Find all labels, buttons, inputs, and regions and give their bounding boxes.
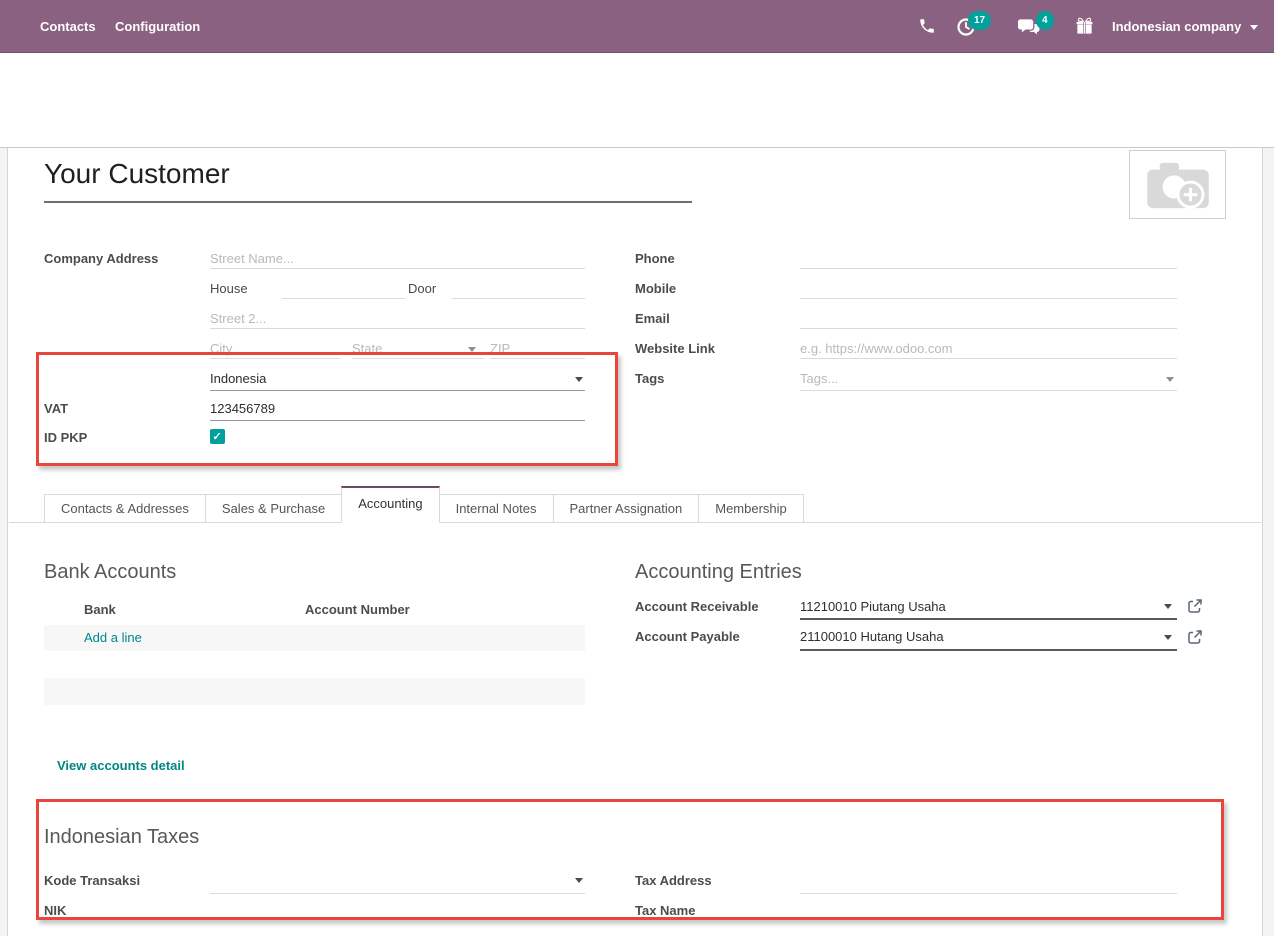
house-label: House bbox=[210, 281, 248, 296]
street-input-underline bbox=[210, 268, 585, 269]
id-pkp-checkbox[interactable] bbox=[210, 429, 225, 444]
payable-underline bbox=[800, 649, 1177, 651]
email-label: Email bbox=[635, 311, 670, 326]
tax-address-label: Tax Address bbox=[635, 873, 712, 888]
activity-count-badge[interactable]: 17 bbox=[968, 11, 991, 30]
street2-input-underline bbox=[210, 328, 585, 329]
tags-input[interactable]: Tags... bbox=[800, 371, 838, 386]
view-accounts-detail-button[interactable]: View accounts detail bbox=[57, 758, 185, 773]
tax-address-input[interactable] bbox=[800, 893, 1177, 894]
payable-external-link-icon[interactable] bbox=[1187, 629, 1204, 646]
app-window: Contacts Configuration 17 4 Indone bbox=[0, 0, 1274, 936]
page-title[interactable]: Your Customer bbox=[44, 158, 230, 190]
state-select[interactable]: State bbox=[352, 341, 382, 356]
house-input[interactable] bbox=[282, 298, 405, 299]
account-payable-select[interactable]: 21100010 Hutang Usaha bbox=[800, 629, 944, 644]
state-caret-icon bbox=[468, 347, 476, 352]
website-input-underline bbox=[800, 358, 1177, 359]
website-input[interactable]: e.g. https://www.odoo.com bbox=[800, 341, 952, 356]
nav-menu-contacts[interactable]: Contacts bbox=[40, 0, 96, 53]
tags-caret-icon bbox=[1166, 377, 1174, 382]
mobile-input[interactable] bbox=[800, 298, 1177, 299]
mobile-label: Mobile bbox=[635, 281, 676, 296]
vat-input[interactable]: 123456789 bbox=[210, 401, 275, 416]
top-navbar: Contacts Configuration 17 4 Indone bbox=[0, 0, 1274, 53]
vat-label: VAT bbox=[44, 401, 68, 416]
street-input[interactable]: Street Name... bbox=[210, 251, 294, 266]
city-input-underline bbox=[210, 358, 340, 359]
tab-sales-purchase[interactable]: Sales & Purchase bbox=[205, 494, 342, 523]
notebook-tabs: Contacts & Addresses Sales & Purchase Ac… bbox=[44, 486, 804, 523]
tab-partner-assignation[interactable]: Partner Assignation bbox=[553, 494, 700, 523]
tab-membership[interactable]: Membership bbox=[698, 494, 804, 523]
tags-label: Tags bbox=[635, 371, 664, 386]
gift-icon[interactable] bbox=[1075, 17, 1095, 37]
avatar-upload[interactable] bbox=[1129, 150, 1226, 219]
annotation-box-fiscal bbox=[36, 352, 618, 466]
account-receivable-select[interactable]: 11210010 Piutang Usaha bbox=[800, 599, 946, 614]
receivable-external-link-icon[interactable] bbox=[1187, 598, 1204, 615]
title-underline bbox=[44, 201, 692, 203]
add-a-line-button[interactable]: Add a line bbox=[84, 630, 142, 645]
annotation-box-indonesian-taxes bbox=[36, 799, 1224, 920]
tax-name-label: Tax Name bbox=[635, 903, 695, 918]
company-address-label: Company Address bbox=[44, 251, 158, 266]
door-input[interactable] bbox=[452, 298, 585, 299]
nik-label: NIK bbox=[44, 903, 66, 918]
account-receivable-label: Account Receivable bbox=[635, 599, 759, 614]
sheet-right-margin bbox=[1262, 148, 1274, 936]
website-label: Website Link bbox=[635, 341, 715, 356]
tab-accounting[interactable]: Accounting bbox=[341, 486, 439, 523]
country-select[interactable]: Indonesia bbox=[210, 371, 266, 386]
camera-plus-icon bbox=[1146, 160, 1210, 210]
account-payable-label: Account Payable bbox=[635, 629, 740, 644]
door-label: Door bbox=[408, 281, 436, 296]
sheet-top-border bbox=[0, 147, 1274, 148]
zip-input[interactable]: ZIP bbox=[490, 341, 510, 356]
message-count-badge[interactable]: 4 bbox=[1036, 11, 1054, 30]
bank-column-header[interactable]: Bank bbox=[84, 602, 116, 617]
tab-internal-notes[interactable]: Internal Notes bbox=[439, 494, 554, 523]
zip-input-underline bbox=[490, 358, 585, 359]
company-switcher[interactable]: Indonesian company bbox=[1112, 0, 1241, 53]
kode-transaksi-select[interactable] bbox=[210, 893, 585, 894]
city-input[interactable]: City bbox=[210, 341, 232, 356]
messages-icon[interactable] bbox=[1018, 17, 1038, 37]
account-number-column-header[interactable]: Account Number bbox=[305, 602, 410, 617]
tags-input-underline bbox=[800, 390, 1177, 391]
email-input[interactable] bbox=[800, 328, 1177, 329]
sheet-left-margin bbox=[0, 148, 8, 936]
receivable-caret-icon bbox=[1164, 604, 1172, 609]
bank-accounts-heading: Bank Accounts bbox=[44, 561, 176, 584]
kode-transaksi-label: Kode Transaksi bbox=[44, 873, 140, 888]
tab-contacts-addresses[interactable]: Contacts & Addresses bbox=[44, 494, 206, 523]
phone-label: Phone bbox=[635, 251, 675, 266]
bank-table-row bbox=[44, 678, 585, 705]
vat-input-underline bbox=[210, 420, 585, 421]
id-pkp-label: ID PKP bbox=[44, 430, 87, 445]
country-caret-icon bbox=[575, 377, 583, 382]
phone-input[interactable] bbox=[800, 268, 1177, 269]
accounting-entries-heading: Accounting Entries bbox=[635, 561, 802, 584]
phone-icon[interactable] bbox=[918, 17, 938, 37]
payable-caret-icon bbox=[1164, 635, 1172, 640]
street2-input[interactable]: Street 2... bbox=[210, 311, 266, 326]
indonesian-taxes-heading: Indonesian Taxes bbox=[44, 826, 199, 849]
nav-menu-configuration[interactable]: Configuration bbox=[115, 0, 200, 53]
country-select-underline bbox=[210, 390, 585, 391]
receivable-underline bbox=[800, 618, 1177, 620]
kode-transaksi-caret-icon bbox=[575, 878, 583, 883]
chevron-down-icon bbox=[1250, 25, 1258, 30]
state-select-underline bbox=[352, 358, 484, 359]
